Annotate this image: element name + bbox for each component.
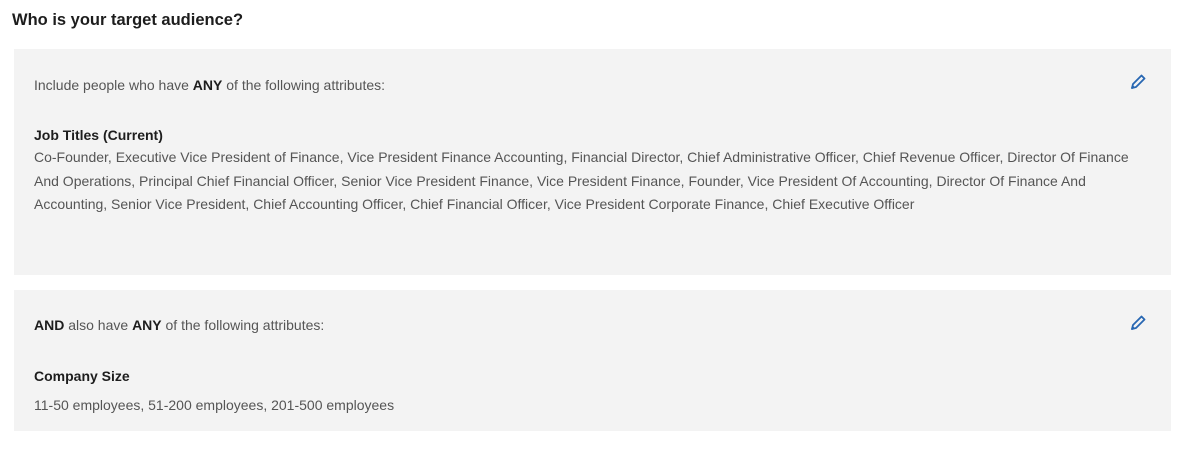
criteria-label-company-size: Company Size: [34, 368, 130, 384]
audience-section-include: Include people who have ANY of the follo…: [14, 49, 1171, 275]
section-intro: AND also have ANY of the following attri…: [34, 317, 324, 333]
section-intro: Include people who have ANY of the follo…: [34, 77, 385, 93]
intro-suffix: of the following attributes:: [161, 317, 325, 333]
criteria-values-job-titles: Co-Founder, Executive Vice President of …: [34, 149, 1129, 212]
intro-any: ANY: [132, 317, 162, 333]
edit-pencil-icon[interactable]: [1129, 73, 1147, 91]
criteria-label-job-titles: Job Titles (Current): [34, 127, 163, 143]
audience-section-and: AND also have ANY of the following attri…: [14, 290, 1171, 431]
audience-panel: Who is your target audience? Include peo…: [0, 0, 1190, 456]
intro-any: ANY: [192, 77, 223, 93]
page-title: Who is your target audience?: [12, 11, 244, 29]
intro-prefix: also have: [64, 317, 133, 333]
intro-prefix: Include people who have: [34, 77, 193, 93]
criteria-values-company-size: 11-50 employees, 51-200 employees, 201-5…: [34, 397, 395, 413]
intro-and: AND: [34, 317, 65, 333]
intro-suffix: of the following attributes:: [222, 77, 386, 93]
edit-pencil-icon[interactable]: [1129, 314, 1147, 332]
